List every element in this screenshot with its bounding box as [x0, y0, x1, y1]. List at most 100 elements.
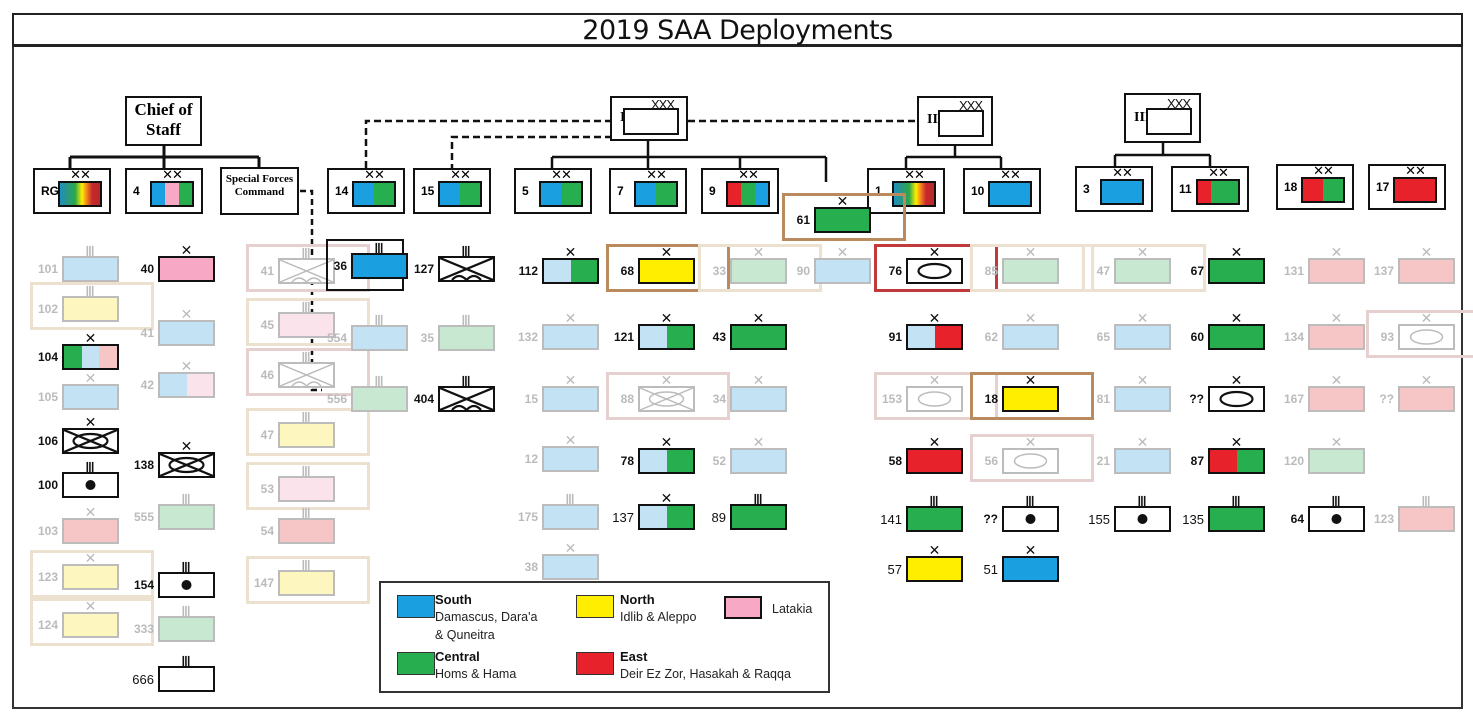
color-segment: [81, 346, 100, 368]
division-rg[interactable]: RG ✕✕: [33, 168, 111, 214]
unit-label: 112: [518, 264, 538, 278]
division-18[interactable]: 18 ✕✕: [1276, 164, 1354, 210]
color-segment: [1395, 179, 1435, 201]
unit-sfc-47[interactable]: 47 ▌▌▌: [220, 408, 370, 456]
unit-label: 85: [984, 264, 998, 278]
color-segment: [728, 183, 742, 205]
unit-div17-93[interactable]: 93 ✕: [1340, 310, 1473, 358]
division-symbol: [1100, 179, 1144, 205]
division-15[interactable]: 15 ✕✕: [413, 168, 491, 214]
cos-tree-lines: [68, 145, 261, 168]
unit-div9-52[interactable]: 52 ✕: [672, 435, 822, 478]
division-17[interactable]: 17 ✕✕: [1368, 164, 1446, 210]
unit-type-icon: [160, 454, 213, 476]
unit-div9-89[interactable]: 89 ▌▌▌: [672, 494, 822, 534]
brigade-echelon-icon: ✕: [1420, 310, 1433, 326]
division-7[interactable]: 7 ✕✕: [609, 168, 687, 214]
unit-div9-34[interactable]: 34 ✕: [672, 373, 822, 416]
unit-sfc-147[interactable]: 147 ▌▌▌: [220, 556, 370, 604]
legend-desc-north: Idlib & Aleppo: [620, 610, 697, 624]
legend-swatch-south: [397, 595, 435, 618]
color-segment: [908, 326, 935, 348]
corps-i-symbol: [623, 108, 679, 135]
unit-symbol: [158, 572, 215, 598]
division-echelon-icon: ✕✕: [450, 167, 471, 182]
unit-label: 101: [37, 262, 58, 276]
unit-label: ??: [1379, 392, 1394, 406]
corps-ii-box[interactable]: II XXX: [917, 96, 993, 146]
color-segment: [280, 424, 333, 446]
regiment-echelon-icon: ▌▌▌: [86, 286, 95, 296]
division-5[interactable]: 5 ✕✕: [514, 168, 592, 214]
unit-label: 87: [1190, 454, 1204, 468]
chief-of-staff-box[interactable]: Chief of Staff: [125, 96, 202, 146]
color-segment: [354, 183, 374, 205]
unit-label: 132: [517, 330, 538, 344]
division-label: 3: [1083, 182, 1090, 196]
division-14[interactable]: 14 ✕✕: [327, 168, 405, 214]
unit-symbol: [1002, 386, 1059, 412]
brigade-echelon-icon: ✕: [180, 306, 193, 322]
unit-label: 135: [1182, 512, 1204, 527]
color-segment: [374, 183, 394, 205]
color-segment: [280, 478, 333, 500]
division-11[interactable]: 11 ✕✕: [1171, 166, 1249, 212]
division-echelon-icon: ✕✕: [364, 167, 385, 182]
unit-div5-38[interactable]: 38 ✕: [484, 540, 634, 584]
division-label: 18: [1284, 180, 1298, 194]
unit-label: 155: [1088, 512, 1110, 527]
unit-sfc-54[interactable]: 54 ▌▌▌: [220, 508, 370, 548]
division-label: RG: [41, 184, 59, 198]
unit-div17-123[interactable]: 123 ▌▌▌: [1340, 496, 1473, 536]
unit-label: 47: [1096, 264, 1110, 278]
unit-div9-43[interactable]: 43 ✕: [672, 311, 822, 354]
unit-symbol: [158, 452, 215, 478]
unit-symbol: [278, 518, 335, 544]
unit-symbol: [1398, 386, 1455, 412]
unit-label: 67: [1190, 264, 1204, 278]
color-segment: [160, 322, 213, 344]
regiment-echelon-icon: ▌▌▌: [182, 562, 191, 572]
unit-label: 18: [984, 392, 998, 406]
unit-label: 121: [613, 330, 634, 344]
color-segment: [280, 572, 333, 594]
corps-iii-box[interactable]: III XXX: [1124, 93, 1201, 143]
color-segment: [656, 183, 676, 205]
unit-label: 65: [1096, 330, 1110, 344]
unit-label: 120: [1283, 454, 1304, 468]
unit-div10-51[interactable]: 51 ✕: [944, 543, 1094, 586]
unit-label: 137: [612, 510, 634, 525]
brigade-echelon-icon: ✕: [1420, 372, 1433, 388]
unit-sfc-53[interactable]: 53 ▌▌▌: [220, 462, 370, 510]
unit-label: 54: [260, 524, 274, 538]
corps-i-box[interactable]: I XXX: [610, 96, 688, 141]
unit-symbol: [542, 554, 599, 580]
unit-label: 53: [260, 482, 274, 496]
unit-div17-137[interactable]: 137 ✕: [1340, 245, 1473, 288]
unit-div18-120[interactable]: 120 ✕: [1250, 435, 1400, 478]
special-forces-command-box[interactable]: Special Forces Command: [220, 167, 299, 215]
brigade-echelon-icon: ✕: [84, 414, 97, 430]
unit-label: 105: [37, 390, 58, 404]
unit-symbol: [730, 448, 787, 474]
unit-label: 78: [620, 454, 634, 468]
color-segment: [640, 326, 667, 348]
unit-div4-333[interactable]: 333 ▌▌▌: [100, 606, 250, 646]
division-4[interactable]: 4 ✕✕: [125, 168, 203, 214]
unit-label: 556: [326, 392, 347, 406]
color-segment: [160, 258, 213, 280]
unit-corps1_direct-61[interactable]: 61 ✕: [756, 193, 906, 241]
regiment-echelon-icon: ▌▌▌: [1026, 496, 1035, 506]
unit-div4-666[interactable]: 666 ▌▌▌: [100, 656, 250, 696]
color-segment: [732, 506, 785, 528]
corps-ii-tree-lines: [904, 145, 1003, 168]
unit-label: 46: [260, 368, 274, 382]
brigade-echelon-icon: ✕: [180, 438, 193, 454]
unit-div17-qq[interactable]: ?? ✕: [1340, 372, 1473, 416]
color-segment: [178, 183, 192, 205]
division-10[interactable]: 10 ✕✕: [963, 168, 1041, 214]
legend-swatch-latakia: [724, 596, 762, 619]
unit-label: 41: [140, 326, 154, 340]
division-3[interactable]: 3 ✕✕: [1075, 166, 1153, 212]
brigade-echelon-icon: ✕: [564, 540, 577, 556]
